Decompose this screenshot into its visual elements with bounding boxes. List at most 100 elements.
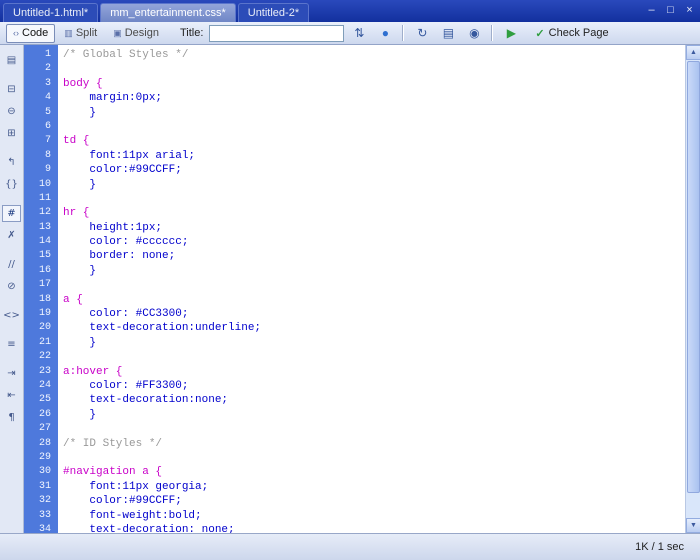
line-number: 28	[24, 437, 51, 451]
code-line[interactable]: }	[63, 264, 685, 278]
select-parent-tag-icon[interactable]: ↰	[2, 154, 21, 171]
file-management-icon[interactable]: ⇅	[348, 24, 370, 43]
code-line[interactable]: /* Global Styles */	[63, 48, 685, 62]
minimize-button[interactable]: –	[644, 4, 659, 18]
line-number: 14	[24, 235, 51, 249]
design-view-button[interactable]: ▣ Design	[106, 24, 166, 43]
refresh-icon[interactable]: ↻	[411, 24, 433, 43]
open-documents-icon[interactable]: ▤	[2, 52, 21, 69]
code-editor[interactable]: 1234567891011121314151617181920212223242…	[24, 45, 700, 533]
code-line[interactable]: a:hover {	[63, 365, 685, 379]
line-number: 7	[24, 134, 51, 148]
document-tab[interactable]: mm_entertainment.css*	[100, 3, 236, 22]
code-line[interactable]: body {	[63, 77, 685, 91]
line-number: 9	[24, 163, 51, 177]
code-line[interactable]	[63, 278, 685, 292]
code-line[interactable]: }	[63, 336, 685, 350]
tab-label: Untitled-1.html*	[13, 7, 88, 19]
main-area: ▤⊟⊖⊞↰{}#✗//⊘<>≡⇥⇤¶ 123456789101112131415…	[0, 45, 700, 533]
tab-strip: Untitled-1.html* mm_entertainment.css* U…	[3, 0, 311, 22]
code-line[interactable]	[63, 120, 685, 134]
line-number: 10	[24, 178, 51, 192]
code-line[interactable]: }	[63, 408, 685, 422]
highlight-invalid-code-icon[interactable]: ✗	[2, 227, 21, 244]
line-number: 23	[24, 365, 51, 379]
line-number: 20	[24, 321, 51, 335]
collapse-selection-icon[interactable]: ⊖	[2, 103, 21, 120]
code-line[interactable]: border: none;	[63, 249, 685, 263]
vertical-scrollbar[interactable]: ▲ ▼	[685, 45, 700, 533]
apply-comment-icon[interactable]: //	[2, 256, 21, 273]
code-line[interactable]: text-decoration: none;	[63, 523, 685, 533]
code-line[interactable]: height:1px;	[63, 221, 685, 235]
scroll-down-arrow[interactable]: ▼	[686, 518, 700, 533]
check-page-button[interactable]: ✓ Check Page	[528, 24, 615, 43]
code-line[interactable]: td {	[63, 134, 685, 148]
code-line[interactable]: font:11px georgia;	[63, 480, 685, 494]
tab-label: mm_entertainment.css*	[110, 7, 226, 19]
line-number: 12	[24, 206, 51, 220]
expand-all-icon[interactable]: ⊞	[2, 125, 21, 142]
line-number: 15	[24, 249, 51, 263]
validate-markup-icon[interactable]: ▶	[500, 24, 522, 43]
line-number: 18	[24, 293, 51, 307]
code-line[interactable]: color: #cccccc;	[63, 235, 685, 249]
code-line[interactable]: #navigation a {	[63, 465, 685, 479]
collapse-full-tag-icon[interactable]: ⊟	[2, 81, 21, 98]
format-source-code-icon[interactable]: ¶	[2, 409, 21, 426]
code-line[interactable]	[63, 62, 685, 76]
code-view-button[interactable]: ‹› Code	[6, 24, 55, 43]
visual-aids-icon[interactable]: ◉	[463, 24, 485, 43]
outdent-code-icon[interactable]: ⇤	[2, 387, 21, 404]
preview-in-browser-icon[interactable]: ●	[374, 24, 396, 43]
wrap-tag-icon[interactable]: <>	[2, 307, 21, 324]
code-line[interactable]: color: #CC3300;	[63, 307, 685, 321]
document-toolbar: ‹› Code ▥ Split ▣ Design Title: ⇅●↻▤◉▶ ✓…	[0, 22, 700, 45]
code-line[interactable]: color:#99CCFF;	[63, 163, 685, 177]
line-number: 29	[24, 451, 51, 465]
code-line[interactable]	[63, 192, 685, 206]
code-line[interactable]: }	[63, 178, 685, 192]
check-page-icon: ✓	[535, 27, 544, 40]
view-button-label: Split	[76, 27, 97, 39]
code-line[interactable]	[63, 422, 685, 436]
line-number: 6	[24, 120, 51, 134]
view-button-icon: ‹›	[13, 28, 19, 38]
code-line[interactable]: font:11px arial;	[63, 149, 685, 163]
code-line[interactable]: }	[63, 106, 685, 120]
code-line[interactable]: color:#99CCFF;	[63, 494, 685, 508]
restore-button[interactable]: □	[663, 4, 678, 18]
code-line[interactable]	[63, 451, 685, 465]
line-number: 16	[24, 264, 51, 278]
recent-snippets-icon[interactable]: ≡	[2, 336, 21, 353]
view-button-label: Design	[125, 27, 159, 39]
title-input[interactable]	[209, 25, 344, 42]
toolbar-separator	[402, 25, 403, 41]
scrollbar-thumb[interactable]	[687, 61, 700, 493]
status-bar: 1K / 1 sec	[0, 533, 700, 560]
code-line[interactable]: a {	[63, 293, 685, 307]
document-tab[interactable]: Untitled-1.html*	[3, 3, 98, 22]
line-number: 27	[24, 422, 51, 436]
code-view[interactable]: /* Global Styles */ body { margin:0px; }…	[58, 45, 685, 533]
document-tab[interactable]: Untitled-2*	[238, 3, 309, 22]
code-line[interactable]: /* ID Styles */	[63, 437, 685, 451]
balance-braces-icon[interactable]: {}	[2, 176, 21, 193]
code-line[interactable]	[63, 350, 685, 364]
indent-code-icon[interactable]: ⇥	[2, 365, 21, 382]
scroll-up-arrow[interactable]: ▲	[686, 45, 700, 60]
code-line[interactable]: margin:0px;	[63, 91, 685, 105]
view-options-icon[interactable]: ▤	[437, 24, 459, 43]
code-line[interactable]: font-weight:bold;	[63, 509, 685, 523]
code-line[interactable]: color: #FF3300;	[63, 379, 685, 393]
remove-comment-icon[interactable]: ⊘	[2, 278, 21, 295]
line-numbers-icon[interactable]: #	[2, 205, 21, 222]
split-view-button[interactable]: ▥ Split	[57, 24, 104, 43]
code-line[interactable]: text-decoration:underline;	[63, 321, 685, 335]
check-page-label: Check Page	[549, 27, 609, 39]
line-number: 24	[24, 379, 51, 393]
line-number: 1	[24, 48, 51, 62]
close-button[interactable]: ×	[682, 4, 697, 18]
code-line[interactable]: hr {	[63, 206, 685, 220]
code-line[interactable]: text-decoration:none;	[63, 393, 685, 407]
